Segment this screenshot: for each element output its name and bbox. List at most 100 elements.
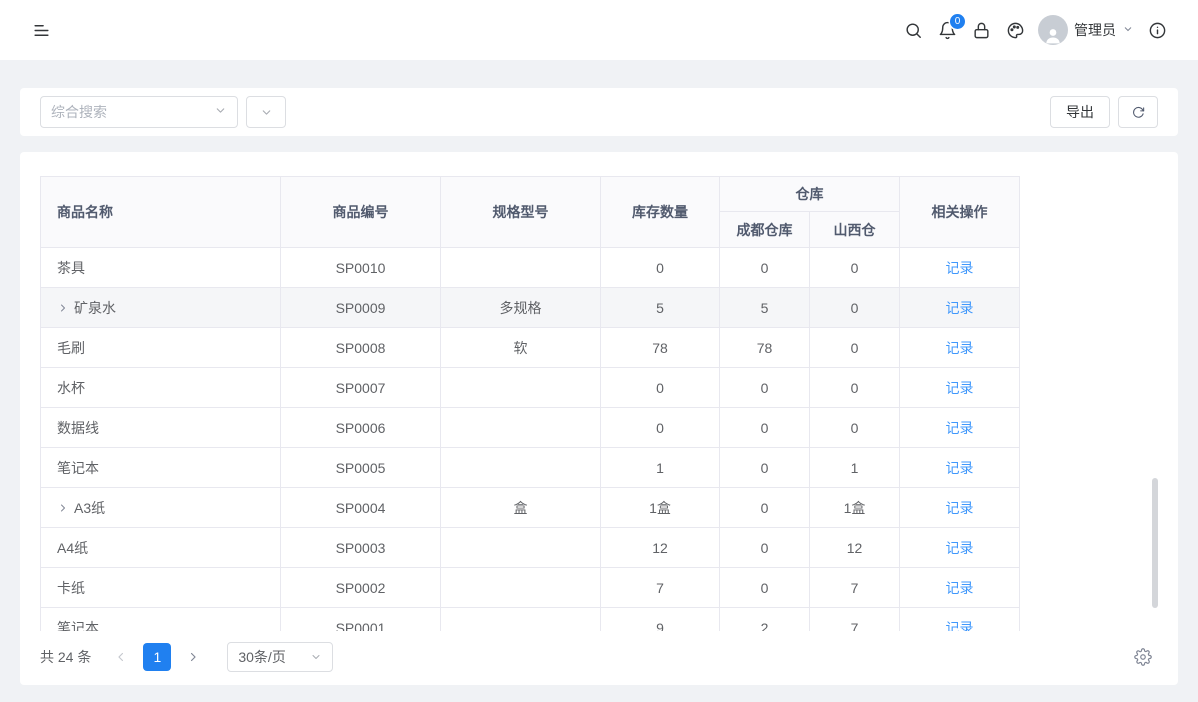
record-link[interactable]: 记录 bbox=[946, 420, 974, 436]
warehouse-shanxi-cell: 1 bbox=[810, 448, 900, 488]
sidebar-toggle-button[interactable] bbox=[24, 13, 58, 47]
col-header-warehouse-chengdu: 成都仓库 bbox=[720, 212, 810, 248]
about-button[interactable] bbox=[1140, 13, 1174, 47]
table-row[interactable]: 卡纸 SP0002 7 0 7 记录 bbox=[41, 568, 1020, 608]
product-name-cell: 笔记本 bbox=[57, 458, 99, 478]
warehouse-chengdu-cell: 0 bbox=[720, 408, 810, 448]
table-row[interactable]: 笔记本 SP0005 1 0 1 记录 bbox=[41, 448, 1020, 488]
record-link[interactable]: 记录 bbox=[946, 540, 974, 556]
col-header-spec: 规格型号 bbox=[441, 177, 601, 248]
stock-cell: 78 bbox=[601, 328, 720, 368]
product-name-cell: 矿泉水 bbox=[74, 298, 116, 318]
notifications-button[interactable]: 0 bbox=[930, 13, 964, 47]
product-code-cell: SP0001 bbox=[281, 608, 441, 632]
menu-icon bbox=[32, 21, 51, 40]
spec-cell bbox=[441, 368, 601, 408]
warehouse-shanxi-cell: 12 bbox=[810, 528, 900, 568]
page-size-select[interactable]: 30条/页 bbox=[227, 642, 333, 672]
table-scroll-area: 商品名称 商品编号 规格型号 库存数量 仓库 相关操作 成都仓库 山西仓 bbox=[40, 176, 1158, 631]
previous-page-button[interactable] bbox=[107, 643, 135, 671]
toolbar-left: 综合搜索 bbox=[40, 96, 286, 128]
product-name-cell: A4纸 bbox=[57, 538, 88, 558]
stock-cell: 1 bbox=[601, 448, 720, 488]
col-header-operations: 相关操作 bbox=[900, 177, 1020, 248]
toolbar-right: 导出 bbox=[1050, 96, 1158, 128]
user-menu[interactable]: 管理员 bbox=[1038, 15, 1134, 45]
record-link[interactable]: 记录 bbox=[946, 380, 974, 396]
warehouse-chengdu-cell: 0 bbox=[720, 248, 810, 288]
product-name-cell: A3纸 bbox=[74, 498, 105, 518]
vertical-scrollbar[interactable] bbox=[1152, 478, 1158, 608]
spec-cell bbox=[441, 528, 601, 568]
product-code-cell: SP0002 bbox=[281, 568, 441, 608]
spec-cell: 盒 bbox=[441, 488, 601, 528]
product-code-cell: SP0006 bbox=[281, 408, 441, 448]
search-button[interactable] bbox=[896, 13, 930, 47]
expand-row-icon[interactable] bbox=[57, 502, 74, 514]
product-name-cell: 茶具 bbox=[57, 258, 85, 278]
lock-screen-button[interactable] bbox=[964, 13, 998, 47]
chevron-down-icon bbox=[260, 106, 273, 119]
search-type-value: 综合搜索 bbox=[51, 102, 107, 122]
theme-button[interactable] bbox=[998, 13, 1032, 47]
record-link[interactable]: 记录 bbox=[946, 580, 974, 596]
product-name-cell: 毛刷 bbox=[57, 338, 85, 358]
product-name-cell: 水杯 bbox=[57, 378, 85, 398]
page-number-button[interactable]: 1 bbox=[143, 643, 171, 671]
chevron-down-icon bbox=[1122, 22, 1134, 38]
export-button[interactable]: 导出 bbox=[1050, 96, 1110, 128]
next-page-button[interactable] bbox=[179, 643, 207, 671]
record-link[interactable]: 记录 bbox=[946, 300, 974, 316]
spec-cell: 多规格 bbox=[441, 288, 601, 328]
spec-cell bbox=[441, 568, 601, 608]
product-code-cell: SP0010 bbox=[281, 248, 441, 288]
warehouse-shanxi-cell: 0 bbox=[810, 328, 900, 368]
product-name-cell: 笔记本 bbox=[57, 618, 99, 632]
table-row[interactable]: 毛刷 SP0008 软 78 78 0 记录 bbox=[41, 328, 1020, 368]
table-row[interactable]: 数据线 SP0006 0 0 0 记录 bbox=[41, 408, 1020, 448]
expand-row-icon[interactable] bbox=[57, 302, 74, 314]
warehouse-chengdu-cell: 0 bbox=[720, 368, 810, 408]
theme-palette-icon bbox=[1006, 21, 1025, 40]
spec-cell bbox=[441, 408, 601, 448]
stock-cell: 0 bbox=[601, 248, 720, 288]
stock-cell: 0 bbox=[601, 408, 720, 448]
table-row[interactable]: 水杯 SP0007 0 0 0 记录 bbox=[41, 368, 1020, 408]
product-code-cell: SP0004 bbox=[281, 488, 441, 528]
table-row[interactable]: 矿泉水 SP0009 多规格 5 5 0 记录 bbox=[41, 288, 1020, 328]
spec-cell bbox=[441, 608, 601, 632]
col-header-product-code: 商品编号 bbox=[281, 177, 441, 248]
table-row[interactable]: 笔记本 SP0001 9 2 7 记录 bbox=[41, 608, 1020, 632]
warehouse-shanxi-cell: 0 bbox=[810, 408, 900, 448]
table-body: 茶具 SP0010 0 0 0 记录 矿泉水 SP0009 多规格 5 5 0 … bbox=[41, 248, 1020, 632]
gear-icon bbox=[1134, 648, 1152, 666]
stock-cell: 5 bbox=[601, 288, 720, 328]
record-link[interactable]: 记录 bbox=[946, 460, 974, 476]
stock-cell: 9 bbox=[601, 608, 720, 632]
refresh-icon bbox=[1132, 106, 1145, 119]
search-type-select[interactable]: 综合搜索 bbox=[40, 96, 238, 128]
product-name-cell: 数据线 bbox=[57, 418, 99, 438]
record-link[interactable]: 记录 bbox=[946, 500, 974, 516]
user-avatar bbox=[1038, 15, 1068, 45]
search-icon bbox=[904, 21, 923, 40]
record-link[interactable]: 记录 bbox=[946, 260, 974, 276]
table-row[interactable]: A3纸 SP0004 盒 1盒 0 1盒 记录 bbox=[41, 488, 1020, 528]
user-icon bbox=[1043, 25, 1063, 45]
product-code-cell: SP0007 bbox=[281, 368, 441, 408]
top-bar: 0 管理员 bbox=[0, 0, 1198, 60]
record-link[interactable]: 记录 bbox=[946, 340, 974, 356]
lock-icon bbox=[972, 21, 991, 40]
chevron-left-icon bbox=[114, 650, 128, 664]
warehouse-shanxi-cell: 0 bbox=[810, 368, 900, 408]
stock-cell: 1盒 bbox=[601, 488, 720, 528]
table-row[interactable]: A4纸 SP0003 12 0 12 记录 bbox=[41, 528, 1020, 568]
record-link[interactable]: 记录 bbox=[946, 620, 974, 632]
refresh-button[interactable] bbox=[1118, 96, 1158, 128]
warehouse-chengdu-cell: 0 bbox=[720, 568, 810, 608]
warehouse-shanxi-cell: 1盒 bbox=[810, 488, 900, 528]
expand-search-button[interactable] bbox=[246, 96, 286, 128]
table-row[interactable]: 茶具 SP0010 0 0 0 记录 bbox=[41, 248, 1020, 288]
warehouse-chengdu-cell: 78 bbox=[720, 328, 810, 368]
table-settings-button[interactable] bbox=[1128, 642, 1158, 672]
